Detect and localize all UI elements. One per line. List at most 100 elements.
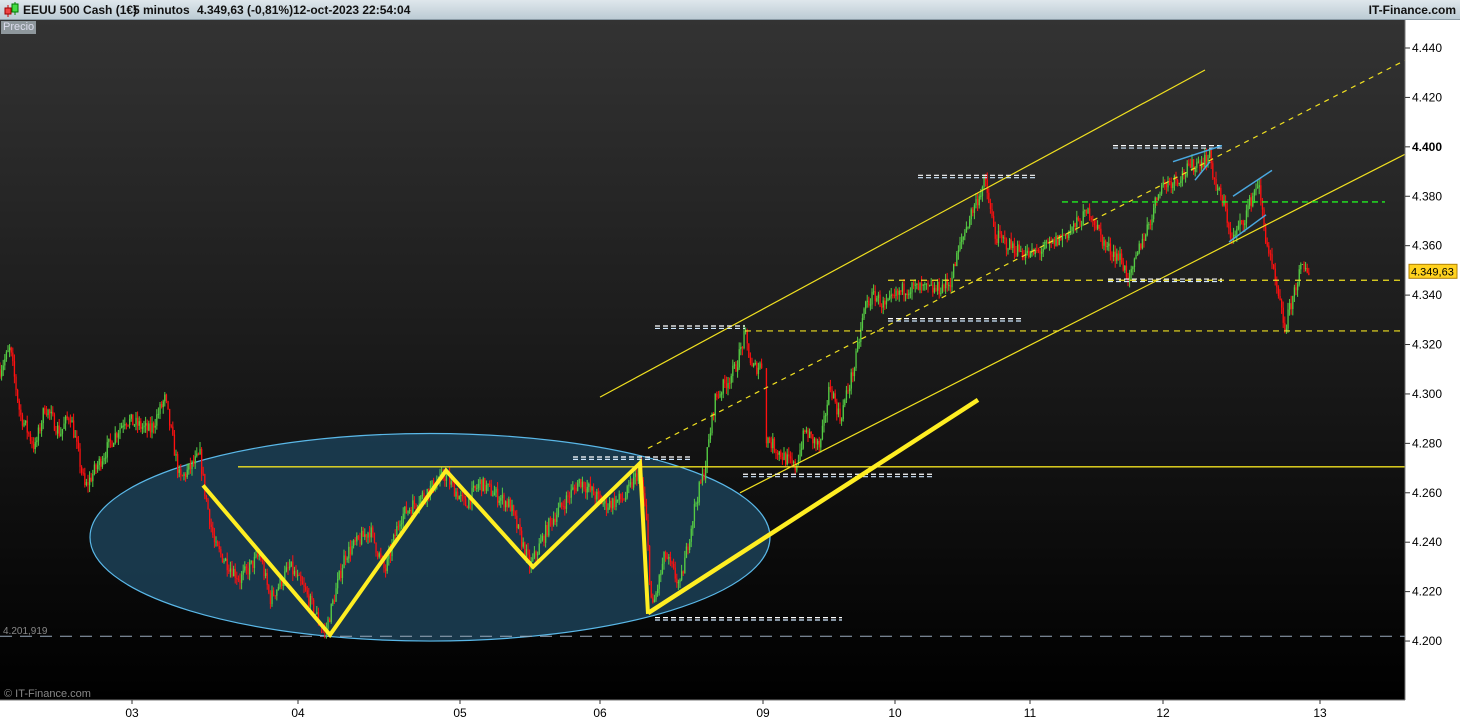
last-price-tag: 4.349,63 (1408, 263, 1458, 279)
candle-body (1145, 235, 1147, 241)
candle-body (1173, 175, 1176, 184)
candle-body (618, 493, 620, 500)
candle-body (634, 473, 636, 478)
candle-body (1065, 234, 1067, 236)
candle-body (561, 502, 563, 506)
candle-body (28, 432, 30, 434)
candle-body (202, 473, 204, 475)
candle-body (487, 483, 489, 486)
candle-body (268, 585, 270, 593)
candle-body (517, 524, 520, 529)
candle-body (682, 571, 684, 574)
candle-body (599, 494, 601, 498)
candle-body (719, 393, 721, 397)
candle-body (465, 498, 467, 507)
candle-body (1260, 185, 1262, 201)
candle-body (1130, 269, 1132, 273)
candle-body (189, 463, 192, 469)
candle-body (164, 394, 166, 402)
candle-body (233, 568, 235, 577)
candle-body (852, 372, 854, 377)
candle-body (973, 205, 976, 213)
candle-body (649, 545, 651, 581)
candle-body (748, 343, 750, 358)
candle-body (833, 393, 835, 399)
candle-body (460, 494, 462, 497)
candle-body (783, 452, 785, 460)
candle-body (780, 451, 782, 457)
candle-body (53, 414, 56, 431)
candle-body (71, 420, 73, 423)
candle-body (849, 388, 851, 392)
candle-body (89, 477, 91, 486)
candle-body (151, 423, 153, 433)
candle-body (516, 515, 518, 529)
candle-body (213, 535, 216, 543)
candle-body (1297, 284, 1299, 291)
candle-body (1162, 182, 1164, 186)
candle-body (1258, 185, 1260, 188)
candle-body (593, 487, 595, 496)
candle-body (527, 549, 529, 555)
candle-body (906, 293, 908, 296)
candle-body (175, 454, 177, 456)
candle-body (1209, 149, 1211, 158)
candle-body (1266, 242, 1268, 246)
candle-body (12, 352, 14, 362)
candle-body (277, 586, 280, 590)
candle-body (890, 294, 892, 296)
candle-body (143, 425, 145, 428)
candle-body (274, 595, 276, 597)
candle-body (997, 230, 1000, 244)
candle-body (218, 545, 220, 550)
candle-body (1153, 207, 1155, 220)
candle-body (493, 492, 496, 496)
candle-body (577, 483, 579, 492)
candle-body (276, 589, 278, 596)
candle-body (205, 495, 208, 500)
candle-body (993, 216, 995, 227)
candle-body (933, 287, 936, 293)
candle-body (1244, 223, 1246, 226)
candle-body (689, 541, 691, 551)
candle-body (93, 464, 96, 474)
candle-body (900, 290, 902, 292)
candle-body (1306, 268, 1308, 273)
candle-body (1212, 163, 1214, 178)
candle-body (981, 186, 984, 196)
candle-body (525, 549, 528, 558)
candle-body (1263, 209, 1265, 227)
candle-body (373, 532, 376, 543)
candle-body (657, 588, 659, 594)
candle-body (157, 413, 160, 415)
candle-body (23, 422, 25, 426)
candle-body (255, 554, 257, 557)
candle-body (513, 505, 515, 512)
candle-body (210, 524, 212, 527)
candle-body (972, 209, 974, 213)
candle-body (853, 368, 856, 377)
candle-body (737, 367, 739, 372)
candle-body (1305, 268, 1307, 270)
candle-body (261, 559, 264, 563)
candle-body (1004, 237, 1006, 239)
candle-body (237, 578, 240, 580)
candle-body (658, 575, 660, 589)
candle-body (919, 283, 921, 291)
candle-body (604, 500, 606, 504)
candle-body (191, 461, 193, 469)
candle-body (357, 535, 360, 539)
candle-body (562, 505, 564, 507)
candle-body (1023, 256, 1025, 258)
candle-body (124, 424, 126, 426)
candle-body (669, 556, 672, 562)
candle-body (786, 454, 788, 465)
price-chart[interactable]: 4.200 4.220 4.240 4.260 4.280 4.300 4.320 4.340… (0, 0, 1460, 720)
candle-body (293, 570, 296, 575)
candle-body (841, 418, 843, 422)
candle-body (865, 301, 867, 309)
candle-body (13, 361, 16, 377)
candle-body (540, 540, 542, 544)
candle-body (167, 400, 169, 409)
candle-body (196, 453, 198, 457)
